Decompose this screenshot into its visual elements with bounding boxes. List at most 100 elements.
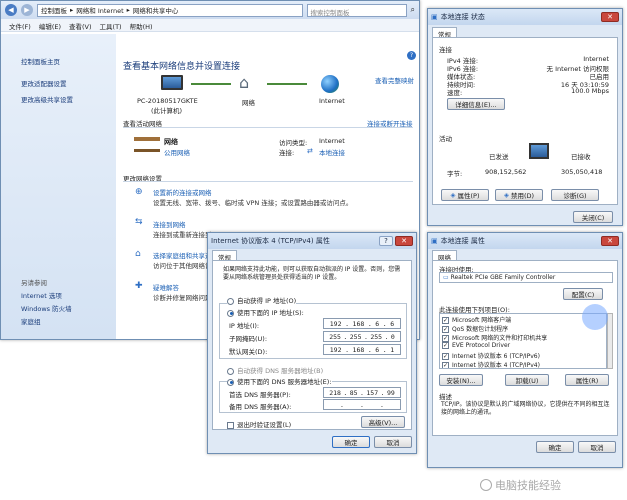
- checkbox[interactable]: ✓: [442, 317, 449, 324]
- network-name: 网络: [164, 138, 178, 146]
- search-input[interactable]: 搜索控制面板: [306, 3, 407, 17]
- task-connect[interactable]: 连接到网络: [153, 219, 186, 229]
- help-icon[interactable]: ?: [407, 51, 416, 60]
- menu-help[interactable]: 帮助(H): [130, 21, 153, 31]
- sent-label: 已发送: [489, 153, 509, 161]
- cancel-button[interactable]: 取消: [578, 441, 616, 453]
- manual-dns-radio[interactable]: 使用下面的 DNS 服务器地址(E):: [227, 376, 332, 386]
- see-also-internet[interactable]: Internet 选项: [21, 290, 62, 300]
- checkbox[interactable]: ✓: [442, 362, 449, 368]
- status-title: 本地连接 状态: [440, 13, 485, 21]
- adapter-field: ▭ Realtek PCIe GBE Family Controller: [439, 272, 613, 283]
- manual-ip-radio[interactable]: 使用下面的 IP 地址(S):: [227, 307, 304, 317]
- ipv4-title: Internet 协议版本 4 (TCP/IPv4) 属性: [211, 237, 330, 245]
- list-scrollbar[interactable]: [607, 313, 613, 369]
- sidebar-item-sharing[interactable]: 更改高级共享设置: [21, 94, 116, 104]
- menu-edit[interactable]: 编辑(E): [39, 21, 61, 31]
- menu-file[interactable]: 文件(F): [9, 21, 31, 31]
- diagnose-button[interactable]: 诊断(G): [551, 189, 599, 201]
- ipv4-dialog: Internet 协议版本 4 (TCP/IPv4) 属性 ? ✕ 常规 如果网…: [207, 232, 417, 454]
- list-item[interactable]: ✓ Microsoft 网络客户端: [442, 315, 604, 324]
- activity-group-title: 活动: [439, 135, 452, 143]
- breadcrumb[interactable]: 控制面板 ▸ 网络和 Internet ▸ 网络和共享中心: [37, 3, 303, 17]
- close-icon[interactable]: ✕: [601, 12, 619, 22]
- help-icon[interactable]: ?: [379, 236, 393, 246]
- checkbox[interactable]: ✓: [442, 342, 449, 349]
- see-also-firewall[interactable]: Windows 防火墙: [21, 303, 72, 313]
- properties-button[interactable]: ◈ 属性(P): [441, 189, 489, 201]
- received-label: 已接收: [571, 153, 591, 161]
- close-icon[interactable]: ✕: [395, 236, 413, 246]
- list-item[interactable]: ✓ Internet 协议版本 4 (TCP/IPv4): [442, 360, 604, 368]
- uninstall-button[interactable]: 卸载(U): [505, 374, 549, 386]
- ipv4-value: Internet: [583, 55, 609, 63]
- activity-computer-icon: [529, 143, 549, 159]
- checkbox[interactable]: ✓: [442, 326, 449, 333]
- watermark: 电脑技能经验: [480, 477, 561, 493]
- task-troubleshoot[interactable]: 疑难解答: [153, 282, 179, 292]
- breadcrumb-item[interactable]: 控制面板: [41, 5, 67, 15]
- configure-button[interactable]: 配置(C): [563, 288, 603, 300]
- radio[interactable]: [227, 367, 234, 375]
- disable-button[interactable]: ◈ 禁用(D): [495, 189, 543, 201]
- map-pc-name: PC-20180517GKTE: [137, 97, 198, 105]
- menu-view[interactable]: 查看(V): [69, 21, 92, 31]
- network-type-link[interactable]: 公用网络: [164, 147, 190, 157]
- install-button[interactable]: 安装(N)...: [439, 374, 483, 386]
- search-icon[interactable]: ⌕: [411, 5, 415, 15]
- details-button[interactable]: 详细信息(E)...: [447, 98, 505, 110]
- list-item[interactable]: ✓ QoS 数据包计划程序: [442, 324, 604, 333]
- connection-icon: ⇄: [307, 147, 313, 155]
- close-button[interactable]: 关闭(C): [573, 211, 613, 223]
- address-bar: ◀ ▶ 控制面板 ▸ 网络和 Internet ▸ 网络和共享中心 搜索控制面板 ⌕: [1, 1, 419, 19]
- close-icon[interactable]: ✕: [601, 236, 619, 246]
- ok-button[interactable]: 确定: [332, 436, 370, 448]
- breadcrumb-item[interactable]: 网络和 Internet: [76, 5, 123, 15]
- mask-field[interactable]: 255. 255. 255. 0: [323, 331, 401, 342]
- bytes-received: 305,050,418: [561, 168, 603, 176]
- radio[interactable]: [227, 309, 234, 317]
- list-item[interactable]: ✓ Microsoft 网络的文件和打印机共享: [442, 333, 604, 342]
- sidebar-item-adapter[interactable]: 更改适配器设置: [21, 78, 116, 88]
- radio[interactable]: [227, 378, 234, 386]
- menu-bar: 文件(F) 编辑(E) 查看(V) 工具(T) 帮助(H): [1, 19, 419, 32]
- breadcrumb-item[interactable]: 网络和共享中心: [133, 5, 179, 15]
- see-also-homegroup[interactable]: 家庭组: [21, 316, 41, 326]
- menu-tools[interactable]: 工具(T): [100, 21, 122, 31]
- task-homegroup[interactable]: 选择家庭组和共享选项: [153, 250, 211, 260]
- new-connection-icon: ⊕: [135, 187, 143, 197]
- item-properties-button[interactable]: 属性(R): [565, 374, 609, 386]
- checkbox[interactable]: ✓: [442, 335, 449, 342]
- back-icon[interactable]: ◀: [5, 4, 17, 16]
- properties-dialog: ▣ 本地连接 属性 ✕ 网络 连接时使用: ▭ Realtek PCIe GBE…: [427, 232, 623, 468]
- gateway-field[interactable]: 192. 168. 6. 1: [323, 344, 401, 355]
- task-new-connection[interactable]: 设置新的连接或网络: [153, 187, 212, 197]
- advanced-button[interactable]: 高级(V)...: [361, 416, 405, 428]
- cancel-button[interactable]: 取消: [374, 436, 412, 448]
- dns1-field[interactable]: 218. 85. 157. 99: [323, 387, 401, 398]
- dns2-field[interactable]: ...: [323, 399, 401, 410]
- ok-button[interactable]: 确定: [536, 441, 574, 453]
- connection-label: 连接:: [279, 149, 295, 157]
- shield-icon: ◈: [503, 191, 509, 199]
- troubleshoot-icon: ✚: [135, 281, 143, 291]
- task-desc: 诊断并修复网络问题，或获得故障排除信息。: [153, 294, 208, 302]
- auto-ip-radio[interactable]: 自动获得 IP 地址(O): [227, 295, 297, 305]
- auto-dns-radio[interactable]: 自动获得 DNS 服务器地址(B): [227, 365, 323, 375]
- task-desc: 访问位于其他网络计算机上的文件和打印机，或更改共享设置。: [153, 262, 208, 270]
- sidebar-item-home[interactable]: 控制面板主页: [21, 56, 116, 66]
- sidebar: 控制面板主页 更改适配器设置 更改高级共享设置 另请参阅 Internet 选项…: [1, 34, 116, 339]
- connection-group-title: 连接: [439, 46, 452, 54]
- full-map-link[interactable]: 查看完整映射: [375, 75, 414, 85]
- checkbox[interactable]: [227, 421, 234, 429]
- checkbox[interactable]: ✓: [442, 353, 449, 360]
- radio[interactable]: [227, 297, 234, 305]
- validate-checkbox[interactable]: 退出时验证设置(L): [227, 419, 291, 429]
- status-panel: 连接 IPv4 连接: Internet IPv6 连接: 无 Internet…: [432, 37, 618, 205]
- list-item[interactable]: ✓ Internet 协议版本 6 (TCP/IPv6): [442, 351, 604, 360]
- forward-icon[interactable]: ▶: [21, 4, 33, 16]
- speed-value: 100.0 Mbps: [571, 87, 609, 95]
- ip-field[interactable]: 192. 168. 6. 6: [323, 318, 401, 329]
- list-item[interactable]: ✓ EVE Protocol Driver: [442, 342, 604, 351]
- connection-link[interactable]: 本地连接: [319, 147, 345, 157]
